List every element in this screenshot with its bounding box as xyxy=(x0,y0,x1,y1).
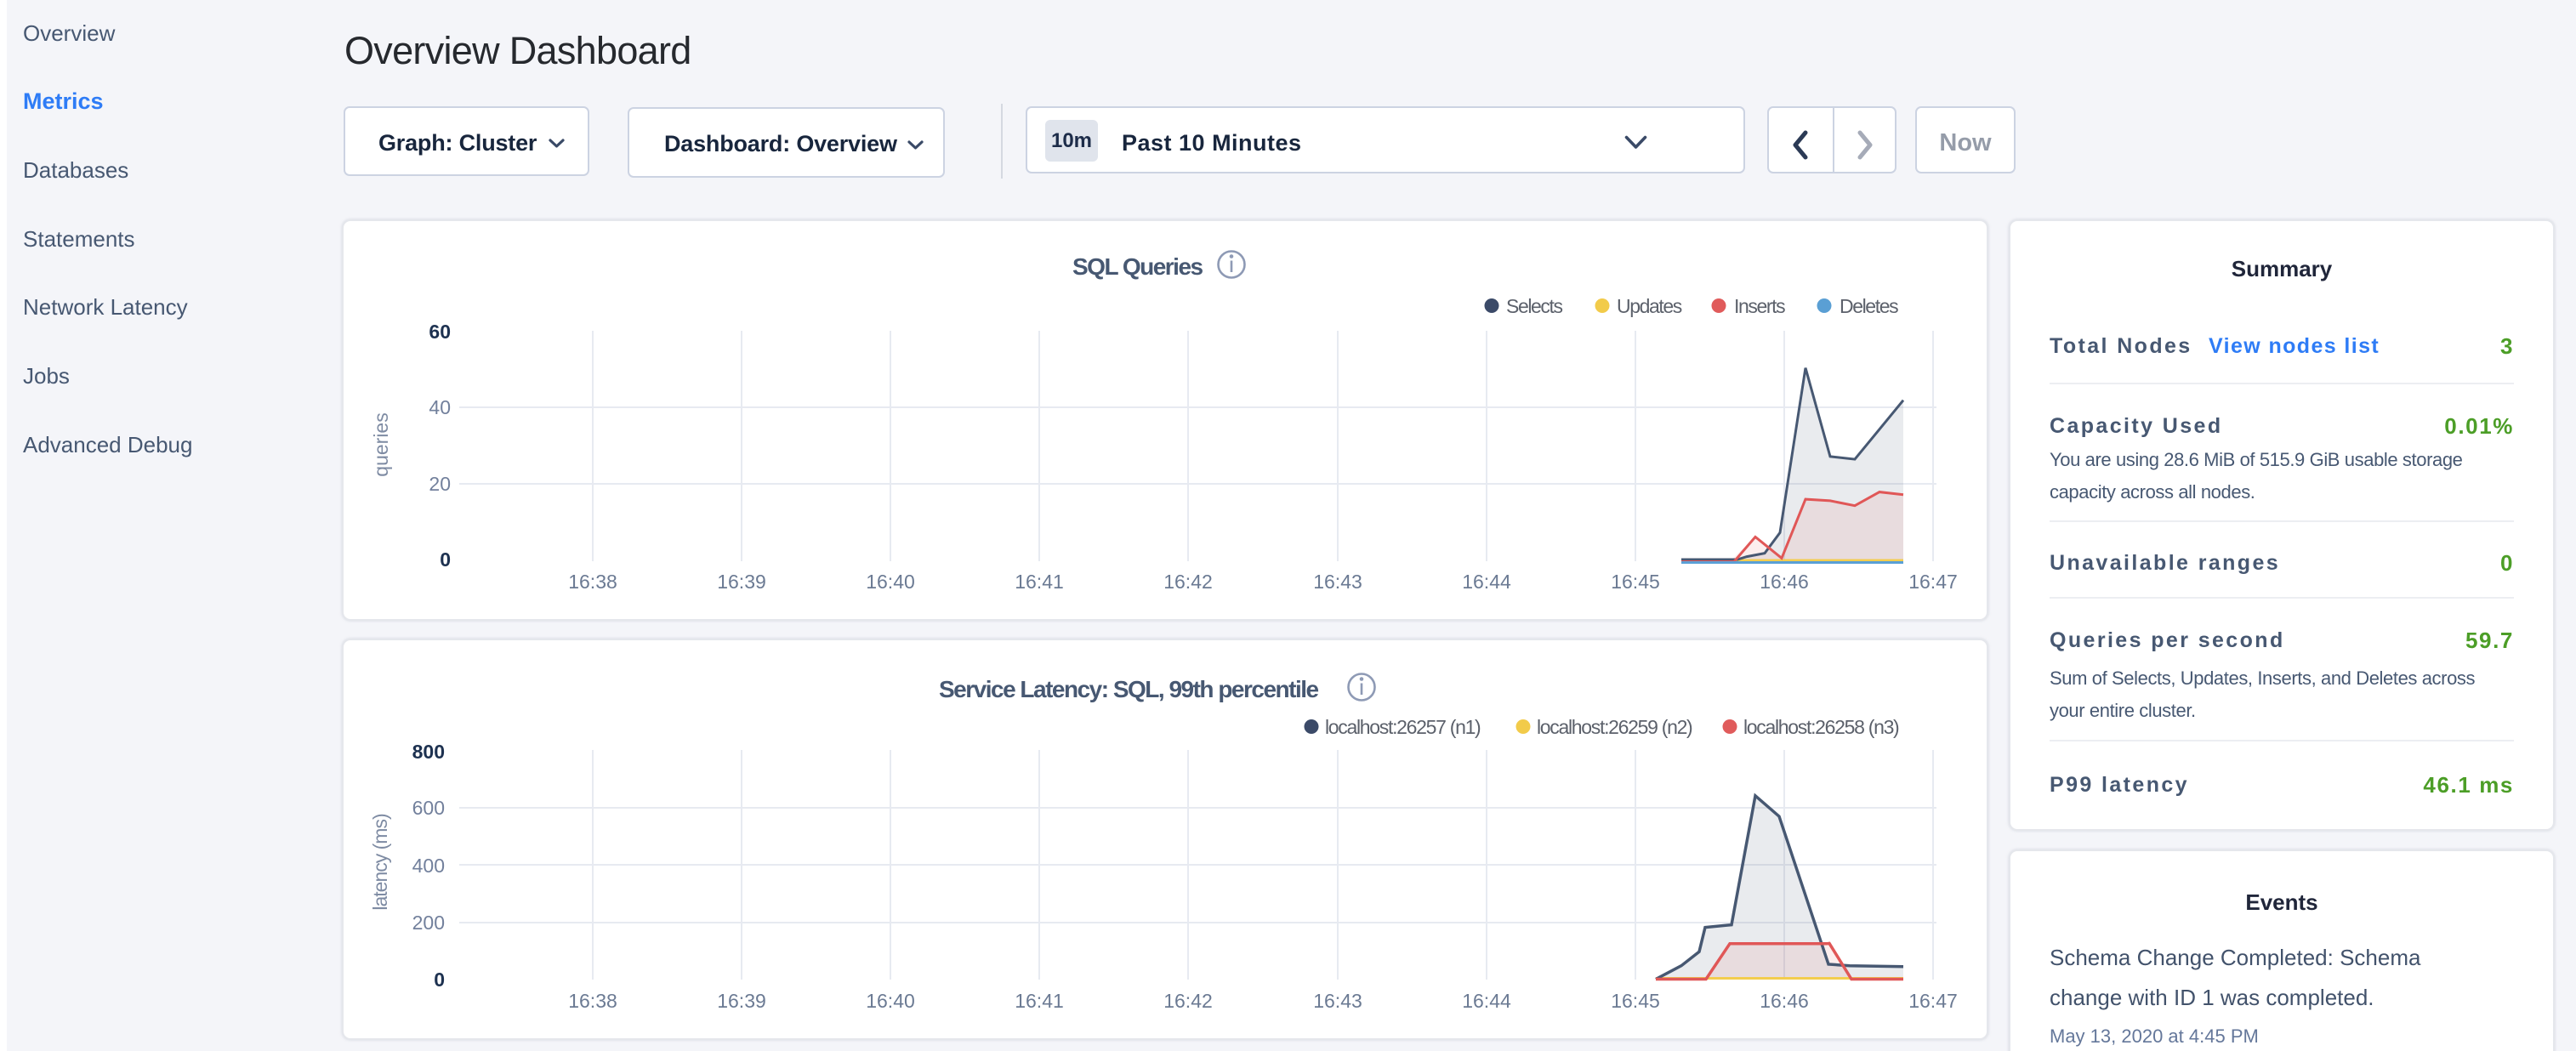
svg-text:16:43: 16:43 xyxy=(1313,571,1362,593)
svg-text:Selects: Selects xyxy=(1506,295,1563,317)
svg-text:localhost:26257 (n1): localhost:26257 (n1) xyxy=(1325,716,1481,738)
svg-text:localhost:26259 (n2): localhost:26259 (n2) xyxy=(1537,716,1692,738)
svg-text:queries: queries xyxy=(370,412,392,476)
svg-text:20: 20 xyxy=(429,473,451,495)
svg-text:60: 60 xyxy=(429,321,451,343)
svg-text:16:41: 16:41 xyxy=(1015,990,1064,1012)
svg-text:16:42: 16:42 xyxy=(1163,571,1213,593)
svg-text:SQL Queries: SQL Queries xyxy=(1072,253,1203,280)
svg-text:latency (ms): latency (ms) xyxy=(369,814,391,911)
svg-text:16:47: 16:47 xyxy=(1908,571,1958,593)
svg-text:Updates: Updates xyxy=(1617,295,1682,317)
svg-text:Service Latency: SQL, 99th per: Service Latency: SQL, 99th percentile xyxy=(939,676,1319,702)
svg-text:16:42: 16:42 xyxy=(1163,990,1213,1012)
svg-text:Deletes: Deletes xyxy=(1840,295,1898,317)
svg-text:16:38: 16:38 xyxy=(568,990,617,1012)
svg-text:16:40: 16:40 xyxy=(866,571,915,593)
svg-text:16:40: 16:40 xyxy=(866,990,915,1012)
svg-text:40: 40 xyxy=(429,396,451,418)
svg-text:16:44: 16:44 xyxy=(1462,571,1511,593)
svg-text:16:44: 16:44 xyxy=(1462,990,1511,1012)
svg-text:localhost:26258 (n3): localhost:26258 (n3) xyxy=(1743,716,1899,738)
svg-text:Inserts: Inserts xyxy=(1734,295,1785,317)
svg-text:400: 400 xyxy=(412,855,445,877)
svg-text:16:39: 16:39 xyxy=(717,990,766,1012)
svg-text:16:45: 16:45 xyxy=(1611,571,1660,593)
svg-text:600: 600 xyxy=(412,797,445,819)
svg-text:0: 0 xyxy=(440,548,451,571)
svg-text:0: 0 xyxy=(434,969,445,991)
svg-text:16:46: 16:46 xyxy=(1760,990,1809,1012)
svg-text:16:46: 16:46 xyxy=(1760,571,1809,593)
svg-text:16:45: 16:45 xyxy=(1611,990,1660,1012)
svg-text:800: 800 xyxy=(412,741,445,763)
svg-text:16:47: 16:47 xyxy=(1908,990,1958,1012)
svg-text:16:41: 16:41 xyxy=(1015,571,1064,593)
svg-text:16:39: 16:39 xyxy=(717,571,766,593)
svg-text:16:43: 16:43 xyxy=(1313,990,1362,1012)
svg-text:16:38: 16:38 xyxy=(568,571,617,593)
svg-text:200: 200 xyxy=(412,912,445,934)
